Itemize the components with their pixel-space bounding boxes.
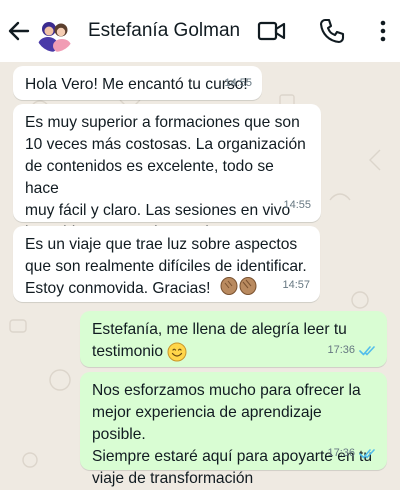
- message-meta: 17:36: [327, 442, 377, 464]
- chat-header: Estefanía Golman: [0, 0, 400, 62]
- double-check-icon: [359, 448, 375, 458]
- back-arrow-icon[interactable]: [6, 18, 32, 44]
- incoming-message[interactable]: Es muy superior a formaciones que son 10…: [13, 104, 321, 241]
- message-meta: 17:36: [327, 339, 377, 361]
- message-timestamp: 14:55: [283, 199, 311, 211]
- incoming-message[interactable]: Es un viaje que trae luz sobre aspectos …: [13, 226, 320, 302]
- video-camera-icon[interactable]: [257, 18, 287, 44]
- double-check-icon: [359, 345, 375, 355]
- message-timestamp: 14:57: [282, 279, 310, 291]
- contact-avatar[interactable]: [36, 14, 74, 52]
- smiling-face-emoji: [167, 342, 187, 362]
- message-timestamp: 17:36: [327, 344, 355, 356]
- incoming-message[interactable]: Hola Vero! Me encantó tu curso! 14:55: [13, 66, 262, 100]
- message-meta: 14:57: [282, 274, 310, 296]
- message-text: Es muy superior a formaciones que son 10…: [25, 114, 306, 241]
- message-timestamp: 17:36: [327, 447, 355, 459]
- message-meta: 14:55: [283, 194, 311, 216]
- outgoing-message[interactable]: Estefanía, me llena de alegría leer tu t…: [80, 311, 387, 367]
- clapping-hands-emoji: [220, 277, 257, 295]
- more-options-icon[interactable]: [376, 17, 390, 45]
- message-meta: 14:55: [224, 72, 252, 94]
- message-text: Es un viaje que trae luz sobre aspectos …: [25, 236, 307, 297]
- message-text: Nos esforzamos mucho para ofrecer la mej…: [92, 382, 372, 487]
- message-text: Hola Vero! Me encantó tu curso!: [25, 76, 248, 93]
- contact-name[interactable]: Estefanía Golman: [88, 20, 240, 42]
- message-timestamp: 14:55: [224, 77, 252, 89]
- outgoing-message[interactable]: Nos esforzamos mucho para ofrecer la mej…: [80, 372, 387, 487]
- phone-icon[interactable]: [318, 17, 346, 45]
